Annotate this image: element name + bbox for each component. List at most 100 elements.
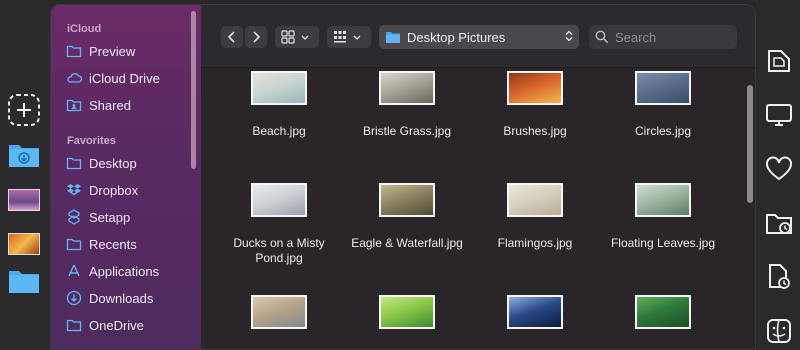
- sidebar-item-label: Setapp: [89, 209, 131, 225]
- file-grid: Beach.jpg Bristle Grass.jpg Brushes.jpg Cir…: [201, 67, 755, 349]
- sidebar-item-label: Shared: [89, 97, 131, 113]
- folder-icon: [65, 316, 83, 334]
- file-item[interactable]: Eagle & Waterfall.jpg: [347, 183, 467, 251]
- file-item[interactable]: Flamingos.jpg: [475, 183, 595, 251]
- search-placeholder: Search: [615, 29, 657, 45]
- dropbox-icon: [65, 181, 83, 199]
- folder-icon: [65, 154, 83, 172]
- chevron-right-icon: [253, 31, 261, 43]
- forward-button[interactable]: [245, 26, 267, 48]
- file-thumbnail: [635, 71, 691, 105]
- path-popup-button[interactable]: Desktop Pictures: [379, 25, 579, 49]
- file-item[interactable]: Ducks on a Misty Pond.jpg: [219, 183, 339, 266]
- file-thumbnail: [507, 295, 563, 329]
- file-name: Floating Leaves.jpg: [610, 236, 716, 250]
- view-mode-button[interactable]: [275, 26, 319, 48]
- sidebar-item-label: Preview: [89, 43, 136, 59]
- file-thumbnail: [379, 71, 435, 105]
- sidebar-item-icloud-drive[interactable]: iCloud Drive: [65, 67, 189, 89]
- document-folder-icon[interactable]: [764, 46, 794, 76]
- file-thumbnail: [635, 295, 691, 329]
- sidebar-item-shared[interactable]: Shared: [65, 94, 189, 116]
- file-item[interactable]: Circles.jpg: [603, 71, 723, 139]
- sidebar-item-label: iCloud Drive: [89, 70, 160, 86]
- grid-view-icon: [281, 30, 295, 44]
- recent-folder-icon[interactable]: [764, 208, 794, 238]
- sidebar-item-label: Desktop: [89, 155, 137, 171]
- sidebar-item-onedrive[interactable]: OneDrive: [65, 314, 189, 336]
- file-item[interactable]: Bristle Grass.jpg: [347, 71, 467, 139]
- sidebar-item-preview[interactable]: Preview: [65, 40, 189, 62]
- sidebar-item-label: Dropbox: [89, 182, 139, 198]
- file-item[interactable]: Beach.jpg: [219, 71, 339, 139]
- finder-window: iCloud Preview iCloud Drive Shared Favor…: [50, 4, 756, 350]
- sidebar-item-desktop[interactable]: Desktop: [65, 152, 189, 174]
- file-item[interactable]: Floating Leaves.jpg: [603, 183, 723, 251]
- setapp-icon: [65, 208, 83, 226]
- file-item[interactable]: [219, 295, 339, 329]
- sidebar-scrollbar[interactable]: [191, 11, 196, 169]
- up-down-chevron-icon: [565, 30, 573, 45]
- chevron-left-icon: [227, 31, 235, 43]
- sidebar-item-downloads[interactable]: Downloads: [65, 287, 189, 309]
- file-item[interactable]: [347, 295, 467, 329]
- finder-icon[interactable]: [764, 316, 794, 346]
- file-name: Circles.jpg: [634, 124, 691, 138]
- shared-folder-icon: [65, 96, 83, 114]
- download-icon: [65, 289, 83, 307]
- content-scrollbar[interactable]: [747, 85, 753, 203]
- image-thumbnail-icon[interactable]: [6, 226, 42, 262]
- sidebar-item-label: Applications: [89, 263, 160, 279]
- toolbar: Desktop Pictures Search: [201, 5, 755, 68]
- sidebar-section-title: Favorites: [67, 135, 116, 147]
- add-folder-icon[interactable]: [6, 92, 42, 128]
- file-thumbnail: [251, 183, 307, 217]
- folder-icon: [65, 235, 83, 253]
- search-field[interactable]: Search: [589, 25, 737, 49]
- folder-icon[interactable]: [6, 262, 42, 298]
- file-name: Beach.jpg: [252, 124, 306, 138]
- sidebar-item-label: Downloads: [89, 290, 154, 306]
- left-dock: [0, 0, 50, 350]
- sidebar-item-setapp[interactable]: Setapp: [65, 206, 189, 228]
- file-thumbnail: [379, 295, 435, 329]
- cloud-icon: [65, 69, 83, 87]
- chevron-down-icon: [353, 28, 361, 46]
- sidebar-item-label: Recents: [89, 236, 137, 252]
- file-thumbnail: [507, 71, 563, 105]
- folder-icon: [386, 32, 400, 43]
- file-name: Ducks on a Misty Pond.jpg: [233, 236, 325, 265]
- sidebar-item-applications[interactable]: Applications: [65, 260, 189, 282]
- file-item[interactable]: [603, 295, 723, 329]
- heart-icon[interactable]: [764, 154, 794, 184]
- sidebar-section-title: iCloud: [67, 23, 102, 35]
- file-thumbnail: [507, 183, 563, 217]
- recent-document-icon[interactable]: [764, 262, 794, 292]
- group-grid-icon: [334, 31, 346, 43]
- file-name: Brushes.jpg: [503, 124, 567, 138]
- group-by-button[interactable]: [327, 26, 371, 48]
- file-thumbnail: [251, 295, 307, 329]
- file-name: Flamingos.jpg: [497, 236, 573, 250]
- downloads-folder-icon[interactable]: [6, 136, 42, 172]
- sidebar: iCloud Preview iCloud Drive Shared Favor…: [51, 5, 201, 349]
- file-thumbnail: [379, 183, 435, 217]
- right-dock: [756, 0, 800, 350]
- current-folder-name: Desktop Pictures: [407, 29, 506, 45]
- display-icon[interactable]: [764, 100, 794, 130]
- file-thumbnail: [251, 71, 307, 105]
- file-item[interactable]: Brushes.jpg: [475, 71, 595, 139]
- back-button[interactable]: [221, 26, 243, 48]
- file-thumbnail: [635, 183, 691, 217]
- file-name: Bristle Grass.jpg: [362, 124, 452, 138]
- search-icon: [595, 30, 609, 44]
- file-item[interactable]: [475, 295, 595, 329]
- file-name: Eagle & Waterfall.jpg: [351, 236, 463, 250]
- chevron-down-icon: [301, 28, 309, 46]
- navigation-buttons: [221, 26, 267, 48]
- folder-icon: [65, 42, 83, 60]
- sidebar-item-dropbox[interactable]: Dropbox: [65, 179, 189, 201]
- image-thumbnail-icon[interactable]: [6, 182, 42, 218]
- sidebar-item-label: OneDrive: [89, 317, 144, 333]
- sidebar-item-recents[interactable]: Recents: [65, 233, 189, 255]
